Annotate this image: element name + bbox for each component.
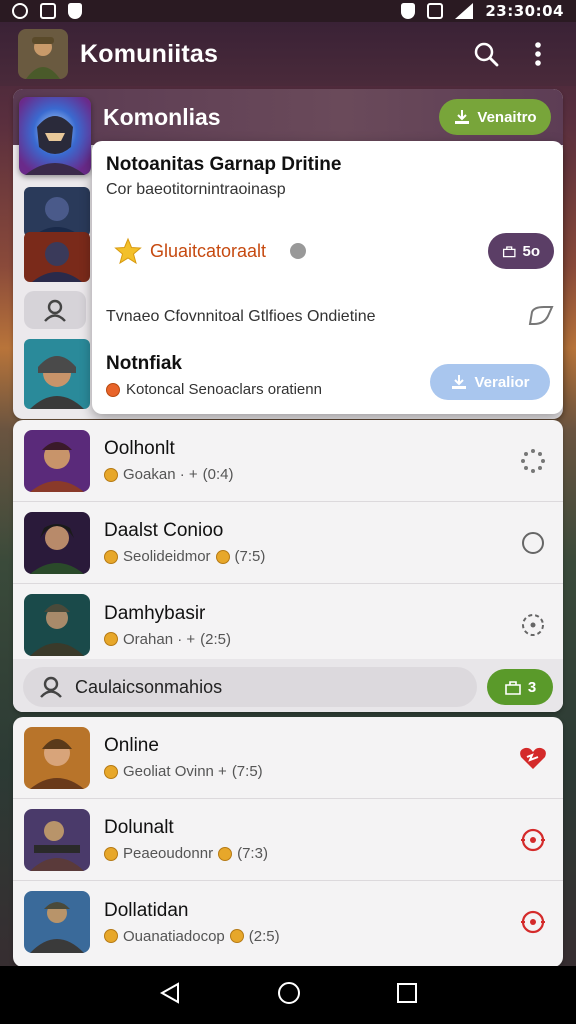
- list-thumb[interactable]: [24, 339, 90, 409]
- popup-description-row[interactable]: Tvnaeo Cfovnnitoal Gtlfioes Ondietine: [106, 303, 556, 331]
- popup-subtitle: Cor baeotitornintraoinasp: [106, 181, 286, 198]
- star-icon: [114, 237, 142, 265]
- coin-icon: [104, 929, 118, 943]
- list-item-name: Oolhonlt: [104, 438, 175, 459]
- list-thumb[interactable]: [24, 232, 90, 282]
- popup-rating-badge[interactable]: 5o: [488, 233, 554, 269]
- list-item-name: Online: [104, 735, 159, 756]
- shield-icon: [68, 3, 82, 19]
- target-icon[interactable]: [511, 818, 555, 862]
- list-thumb: [24, 726, 90, 789]
- list-item[interactable]: Dolunalt Peaeoudonnr (7:3): [13, 799, 563, 881]
- signal-icon: [455, 3, 474, 19]
- coin-icon: [104, 764, 118, 779]
- download-icon: [452, 375, 467, 389]
- screenshot-icon: [40, 3, 56, 19]
- coin-icon: [218, 846, 233, 861]
- chat-icon: [528, 306, 554, 325]
- popup-description: Tvnaeo Cfovnnitoal Gtlfioes Ondietine: [106, 308, 376, 325]
- popup-rating-label: Gluaitcatoraalt: [150, 240, 267, 261]
- featured-avatar[interactable]: [19, 97, 91, 175]
- list-item[interactable]: Daalst Conioo Seolideidmor (7:5): [13, 502, 563, 584]
- featured-action-button[interactable]: Venaitro: [439, 99, 551, 135]
- broken-heart-icon[interactable]: [511, 736, 555, 780]
- popup-item-action-button[interactable]: Veralior: [430, 364, 550, 400]
- back-icon[interactable]: [158, 981, 182, 1010]
- home-icon[interactable]: [277, 981, 301, 1010]
- search-icon[interactable]: [466, 34, 506, 74]
- user-icon: [40, 676, 62, 698]
- search-row: Caulaicsonmahios 3: [13, 659, 563, 712]
- profile-filter-button[interactable]: [24, 291, 86, 329]
- coin-icon: [104, 467, 118, 482]
- loading-dots-icon[interactable]: [511, 439, 555, 483]
- list-item[interactable]: Oolhonlt Goakan · + (0:4): [13, 420, 563, 502]
- target-dots-icon[interactable]: [511, 603, 555, 647]
- popup-item-title: Notnfiak: [106, 353, 182, 374]
- list-item[interactable]: Dollatidan Ouanatiadocop (2:5): [13, 881, 563, 963]
- search-input[interactable]: Caulaicsonmahios: [23, 667, 477, 707]
- coin-icon: [215, 549, 230, 564]
- featured-title: Komonlias: [103, 103, 221, 130]
- circle-outline-icon[interactable]: [511, 521, 555, 565]
- list-thumb: [24, 808, 90, 871]
- popup-item-meta-row: Kotoncal Senoaclars oratienn: [106, 381, 322, 398]
- coin-icon: [229, 929, 244, 943]
- app-avatar[interactable]: [18, 29, 68, 79]
- status-dot-icon: [106, 382, 120, 397]
- featured-header: Komonlias Venaitro: [13, 89, 563, 145]
- user-icon: [44, 299, 66, 322]
- status-bar: 23:30:04: [0, 0, 576, 22]
- more-vert-icon[interactable]: [518, 34, 558, 74]
- coin-icon: [104, 846, 118, 861]
- list-card-1: Oolhonlt Goakan · + (0:4) Daalst Conioo S…: [13, 420, 563, 712]
- list-item-name: Daalst Conioo: [104, 520, 224, 541]
- list-item-name: Damhybasir: [104, 602, 206, 624]
- list-item-name: Dolunalt: [104, 817, 174, 838]
- clock: 23:30:04: [485, 2, 564, 20]
- sync-icon: [12, 3, 28, 19]
- vpn-icon: [401, 3, 416, 19]
- list-item[interactable]: Damhybasir Orahan · + (2:5): [13, 584, 563, 666]
- recents-icon[interactable]: [396, 982, 418, 1009]
- bag-icon: [502, 246, 516, 258]
- system-nav-bar: [0, 966, 576, 1024]
- list-item[interactable]: Online Geoliat Ovinn + (7:5): [13, 717, 563, 799]
- verified-icon: [290, 243, 306, 259]
- search-badge-button[interactable]: 3: [487, 669, 553, 705]
- popup-title: Notoanitas Garnap Dritine: [106, 154, 342, 175]
- details-popup: Notoanitas Garnap Dritine Cor baeotitorn…: [92, 141, 563, 414]
- coin-icon: [104, 549, 118, 564]
- popup-rating-row[interactable]: Gluaitcatoraalt 5o: [114, 233, 554, 269]
- sim-icon: [427, 3, 444, 19]
- list-thumb: [24, 429, 90, 492]
- list-thumb: [24, 891, 90, 953]
- download-icon: [455, 110, 470, 124]
- list-card-2: Online Geoliat Ovinn + (7:5) Dolunalt Pea…: [13, 717, 563, 967]
- list-thumb: [24, 511, 90, 574]
- coin-icon: [104, 632, 118, 646]
- list-thumb[interactable]: [24, 187, 90, 237]
- list-item-name: Dollatidan: [104, 899, 189, 921]
- target-icon[interactable]: [511, 900, 555, 944]
- list-thumb: [24, 594, 90, 656]
- page-title: Komuniitas: [80, 39, 219, 68]
- bag-icon: [505, 681, 521, 695]
- app-bar: Komuniitas: [0, 22, 576, 86]
